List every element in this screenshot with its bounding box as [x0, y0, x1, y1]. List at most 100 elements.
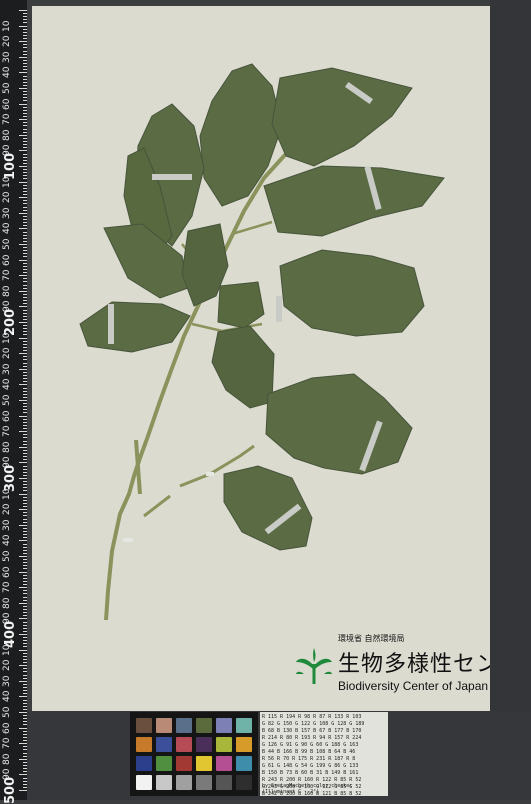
ruler-tick — [19, 259, 27, 261]
ruler-tick — [23, 671, 27, 673]
ruler-tick — [23, 343, 27, 345]
color-swatch — [136, 756, 152, 771]
ruler-tick — [23, 652, 27, 654]
ruler-tick — [23, 531, 27, 533]
ruler-tick — [23, 640, 27, 642]
ruler-tick — [23, 409, 27, 411]
ruler-tick — [23, 237, 27, 239]
ruler-tick — [23, 156, 27, 158]
ruler-tick — [23, 247, 27, 249]
ruler-tick — [23, 484, 27, 486]
ruler-tick — [23, 418, 27, 420]
ruler-tick — [23, 231, 27, 233]
color-checker-chart — [130, 712, 258, 796]
ruler-tick — [19, 743, 27, 745]
color-swatch — [196, 756, 212, 771]
ruler-tick — [23, 281, 27, 283]
ruler-tick — [23, 175, 27, 177]
ruler-tick — [23, 677, 27, 679]
ruler-label: 30 — [2, 207, 12, 219]
ruler-tick — [19, 306, 27, 308]
ruler-tick — [23, 116, 27, 118]
ruler-label: 50 — [2, 238, 12, 250]
ruler-tick — [23, 178, 27, 180]
ruler-tick — [23, 325, 27, 327]
ruler-tick — [23, 81, 27, 83]
ruler-tick — [19, 415, 27, 417]
ruler-tick — [23, 465, 27, 467]
ruler-tick — [19, 696, 27, 698]
ruler-tick — [23, 512, 27, 514]
ruler-tick — [23, 668, 27, 670]
ruler-tick — [23, 16, 27, 18]
ruler-tick — [23, 234, 27, 236]
ruler-label: 60 — [2, 566, 12, 578]
ruler-tick — [23, 393, 27, 395]
ruler-tick — [19, 212, 27, 214]
ruler-tick — [23, 284, 27, 286]
mounting-tape — [108, 304, 114, 344]
ruler-tick — [23, 293, 27, 295]
ruler-label: 10 — [2, 332, 12, 344]
ruler-tick — [23, 612, 27, 614]
ruler-tick — [23, 253, 27, 255]
ruler-tick — [19, 634, 27, 635]
ruler-label: 60 — [2, 254, 12, 266]
ruler-tick — [19, 758, 27, 760]
ruler-label: 80 — [2, 753, 12, 765]
color-swatch — [216, 775, 232, 790]
ruler-label: 10 — [2, 644, 12, 656]
mounting-tape — [206, 472, 214, 476]
ruler-tick — [19, 587, 27, 589]
ruler-tick — [23, 184, 27, 186]
ruler-tick — [23, 300, 27, 302]
color-swatch — [156, 756, 172, 771]
ruler-label: 70 — [2, 113, 12, 126]
ruler-tick — [23, 334, 27, 336]
herbarium-sheet: 環境省 自然環境局 生物多様性センター Biodiversity Center … — [32, 6, 531, 711]
color-swatch — [216, 756, 232, 771]
color-swatch — [236, 756, 252, 771]
ruler-tick — [19, 556, 27, 557]
color-value-row: B 68 B 130 B 157 B 67 B 177 B 170 — [262, 728, 362, 734]
ruler-tick — [23, 599, 27, 601]
ruler-tick — [19, 649, 27, 651]
ruler-tick — [23, 708, 27, 710]
ruler-tick — [23, 468, 27, 470]
ruler-tick — [23, 91, 27, 93]
ruler-tick — [23, 487, 27, 489]
ruler-label: 50 — [2, 550, 12, 562]
ruler-label: 40 — [2, 534, 12, 547]
ruler-label: 30 — [2, 675, 12, 687]
ruler-tick — [23, 100, 27, 102]
ruler-tick — [23, 106, 27, 108]
ruler-tick — [23, 515, 27, 517]
ruler-tick — [23, 396, 27, 398]
mounting-tape — [123, 538, 133, 542]
ruler-tick — [23, 643, 27, 645]
ruler-tick — [23, 50, 27, 52]
ruler-tick — [23, 390, 27, 392]
ruler-tick — [23, 381, 27, 383]
ruler-label: 70 — [2, 737, 12, 750]
leaf — [217, 281, 265, 329]
ruler-tick — [23, 459, 27, 461]
color-swatch — [136, 775, 152, 790]
ruler-tick — [19, 228, 27, 230]
ruler-tick — [19, 602, 27, 604]
ruler-tick — [19, 368, 27, 370]
ruler-tick — [19, 275, 27, 277]
ruler-tick — [23, 63, 27, 65]
leaf — [263, 165, 445, 237]
ruler-tick — [23, 44, 27, 46]
ruler-label: 70 — [2, 581, 12, 594]
ruler-tick — [23, 546, 27, 548]
ruler-tick — [23, 637, 27, 639]
cut-branch — [134, 439, 142, 495]
ruler-tick — [23, 69, 27, 71]
ruler-tick — [19, 509, 27, 511]
ruler-tick — [19, 680, 27, 682]
ruler-tick — [23, 424, 27, 426]
ruler-label: 20 — [2, 347, 12, 360]
ruler-tick — [23, 225, 27, 227]
